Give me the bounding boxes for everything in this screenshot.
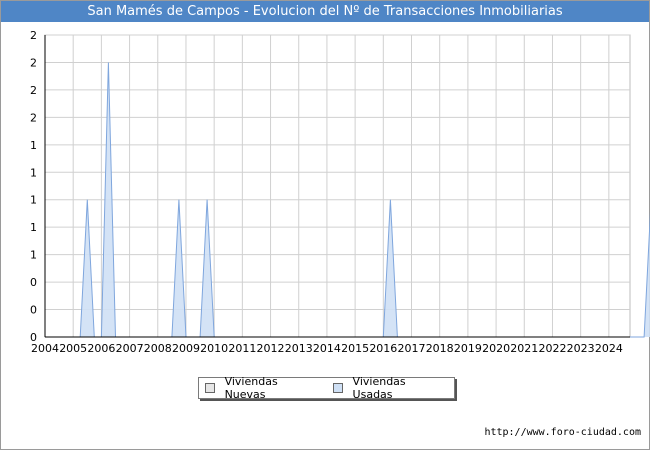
y-tick-label: 2 xyxy=(30,111,37,124)
x-tick-label: 2018 xyxy=(426,342,454,355)
x-tick-label: 2007 xyxy=(116,342,144,355)
x-tick-label: 2019 xyxy=(454,342,482,355)
x-tick-label: 2013 xyxy=(285,342,313,355)
y-tick-label: 1 xyxy=(30,166,37,179)
y-tick-label: 2 xyxy=(30,29,37,42)
x-tick-label: 2017 xyxy=(398,342,426,355)
source-url: http://www.foro-ciudad.com xyxy=(484,427,641,438)
x-tick-label: 2005 xyxy=(59,342,87,355)
x-tick-label: 2024 xyxy=(595,342,623,355)
x-tick-label: 2021 xyxy=(510,342,538,355)
legend: Viviendas Nuevas Viviendas Usadas xyxy=(198,375,455,401)
x-tick-label: 2008 xyxy=(144,342,172,355)
legend-swatch-usadas xyxy=(332,383,343,393)
legend-item-usadas: Viviendas Usadas xyxy=(332,375,444,401)
x-tick-label: 2006 xyxy=(87,342,115,355)
x-tick-label: 2015 xyxy=(341,342,369,355)
x-tick-label: 2022 xyxy=(538,342,566,355)
x-tick-label: 2011 xyxy=(228,342,256,355)
y-tick-label: 1 xyxy=(30,194,37,207)
y-tick-label: 0 xyxy=(30,304,37,317)
legend-item-nuevas: Viviendas Nuevas xyxy=(205,375,317,401)
x-tick-label: 2004 xyxy=(31,342,59,355)
x-tick-label: 2009 xyxy=(172,342,200,355)
legend-label-usadas: Viviendas Usadas xyxy=(352,375,406,401)
y-tick-label: 2 xyxy=(30,56,37,69)
x-tick-label: 2010 xyxy=(200,342,228,355)
y-tick-label: 0 xyxy=(30,276,37,289)
x-tick-label: 2020 xyxy=(482,342,510,355)
x-tick-label: 2014 xyxy=(313,342,341,355)
plot-area xyxy=(44,34,631,338)
y-tick-label: 2 xyxy=(30,84,37,97)
x-tick-label: 2023 xyxy=(567,342,595,355)
y-tick-label: 1 xyxy=(30,249,37,262)
x-tick-label: 2016 xyxy=(369,342,397,355)
legend-label-nuevas: Viviendas Nuevas xyxy=(224,375,278,401)
legend-swatch-nuevas xyxy=(205,383,215,393)
y-tick-label: 1 xyxy=(30,221,37,234)
x-tick-label: 2012 xyxy=(257,342,285,355)
y-tick-label: 1 xyxy=(30,139,37,152)
